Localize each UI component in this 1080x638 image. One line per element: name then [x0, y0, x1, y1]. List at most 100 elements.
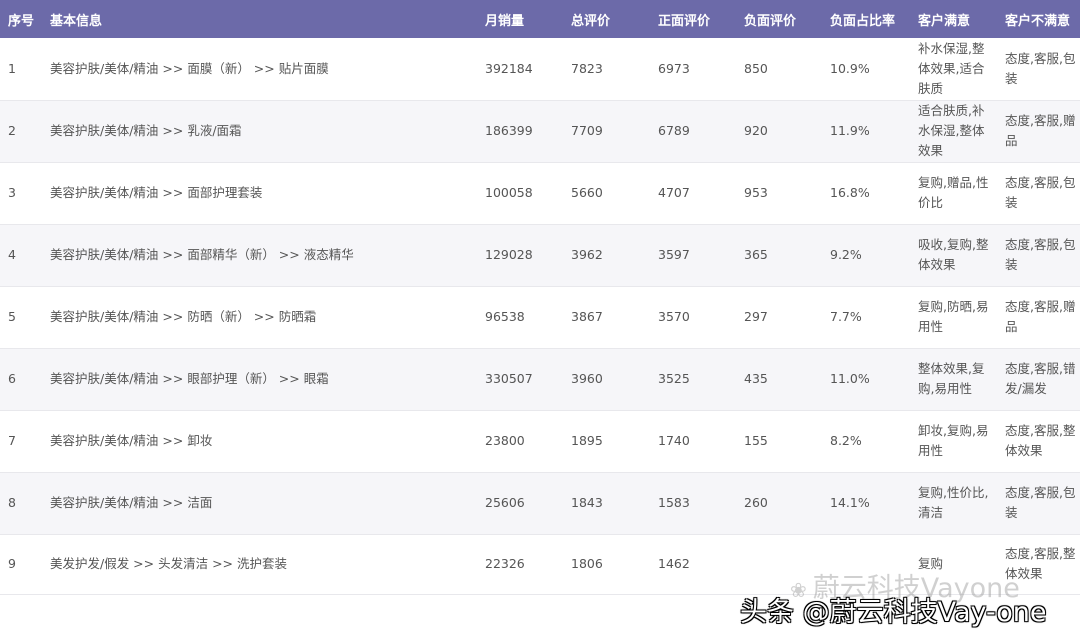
cell-positive-reviews: 1583: [650, 472, 736, 535]
header-negative-reviews[interactable]: 负面评价: [736, 0, 822, 38]
cell-index: 7: [0, 410, 42, 473]
cell-info: 美容护肤/美体/精油 >> 防晒（新） >> 防晒霜: [42, 286, 477, 349]
cell-total-reviews: 3867: [563, 286, 650, 349]
cell-monthly-sales: 96538: [477, 286, 563, 349]
header-satisfied[interactable]: 客户满意: [910, 0, 997, 38]
cell-dissatisfied: 态度,客服,包装: [997, 162, 1080, 225]
cell-negative-ratio: 14.1%: [822, 472, 910, 535]
cell-dissatisfied: 态度,客服,错发/漏发: [997, 348, 1080, 411]
table-row: 8 美容护肤/美体/精油 >> 洁面 25606 1843 1583 260 1…: [0, 472, 1080, 535]
cell-satisfied: 适合肤质,补水保湿,整体效果: [910, 100, 997, 163]
cell-dissatisfied: 态度,客服,包装: [997, 38, 1080, 101]
cell-positive-reviews: 3570: [650, 286, 736, 349]
cell-dissatisfied: 态度,客服,赠品: [997, 286, 1080, 349]
cell-info: 美发护发/假发 >> 头发清洁 >> 洗护套装: [42, 534, 477, 595]
cell-satisfied: 吸收,复购,整体效果: [910, 224, 997, 287]
cell-monthly-sales: 186399: [477, 100, 563, 163]
cell-positive-reviews: 1740: [650, 410, 736, 473]
cell-monthly-sales: 25606: [477, 472, 563, 535]
cell-negative-ratio: 9.2%: [822, 224, 910, 287]
cell-satisfied: 复购,防晒,易用性: [910, 286, 997, 349]
cell-dissatisfied: 态度,客服,包装: [997, 224, 1080, 287]
table-row: 7 美容护肤/美体/精油 >> 卸妆 23800 1895 1740 155 8…: [0, 410, 1080, 473]
header-index[interactable]: 序号: [0, 0, 42, 38]
cell-negative-ratio: 11.0%: [822, 348, 910, 411]
cell-positive-reviews: 6973: [650, 38, 736, 101]
cell-negative-reviews: 365: [736, 224, 822, 287]
cell-info: 美容护肤/美体/精油 >> 面部护理套装: [42, 162, 477, 225]
cell-index: 3: [0, 162, 42, 225]
cell-negative-reviews: 953: [736, 162, 822, 225]
cell-dissatisfied: 态度,客服,整体效果: [997, 410, 1080, 473]
cell-monthly-sales: 392184: [477, 38, 563, 101]
table-row: 9 美发护发/假发 >> 头发清洁 >> 洗护套装 22326 1806 146…: [0, 534, 1080, 595]
cell-total-reviews: 1843: [563, 472, 650, 535]
cell-dissatisfied: 态度,客服,赠品: [997, 100, 1080, 163]
cell-negative-ratio: 7.7%: [822, 286, 910, 349]
cell-total-reviews: 7823: [563, 38, 650, 101]
cell-monthly-sales: 100058: [477, 162, 563, 225]
cell-satisfied: 复购: [910, 534, 997, 595]
header-info[interactable]: 基本信息: [42, 0, 477, 38]
cell-info: 美容护肤/美体/精油 >> 面膜（新） >> 贴片面膜: [42, 38, 477, 101]
cell-index: 9: [0, 534, 42, 595]
cell-monthly-sales: 129028: [477, 224, 563, 287]
watermark-main: 头条 @蔚云科技Vay-one: [740, 597, 1047, 628]
cell-negative-reviews: 920: [736, 100, 822, 163]
cell-positive-reviews: 3597: [650, 224, 736, 287]
cell-negative-reviews: 435: [736, 348, 822, 411]
cell-index: 8: [0, 472, 42, 535]
cell-total-reviews: 1895: [563, 410, 650, 473]
cell-satisfied: 复购,赠品,性价比: [910, 162, 997, 225]
cell-monthly-sales: 22326: [477, 534, 563, 595]
cell-positive-reviews: 3525: [650, 348, 736, 411]
header-negative-ratio[interactable]: 负面占比率: [822, 0, 910, 38]
cell-dissatisfied: 态度,客服,包装: [997, 472, 1080, 535]
cell-info: 美容护肤/美体/精油 >> 洁面: [42, 472, 477, 535]
table-header-row: 序号 基本信息 月销量 总评价 正面评价 负面评价 负面占比率 客户满意 客户不…: [0, 0, 1080, 38]
cell-satisfied: 卸妆,复购,易用性: [910, 410, 997, 473]
cell-total-reviews: 3960: [563, 348, 650, 411]
header-total-reviews[interactable]: 总评价: [563, 0, 650, 38]
cell-negative-ratio: 8.2%: [822, 410, 910, 473]
cell-info: 美容护肤/美体/精油 >> 面部精华（新） >> 液态精华: [42, 224, 477, 287]
cell-dissatisfied: 态度,客服,整体效果: [997, 534, 1080, 595]
cell-info: 美容护肤/美体/精油 >> 乳液/面霜: [42, 100, 477, 163]
cell-total-reviews: 3962: [563, 224, 650, 287]
cell-negative-ratio: [822, 534, 910, 595]
cell-monthly-sales: 23800: [477, 410, 563, 473]
header-positive-reviews[interactable]: 正面评价: [650, 0, 736, 38]
table-row: 1 美容护肤/美体/精油 >> 面膜（新） >> 贴片面膜 392184 782…: [0, 38, 1080, 101]
header-dissatisfied[interactable]: 客户不满意: [997, 0, 1080, 38]
data-table: 序号 基本信息 月销量 总评价 正面评价 负面评价 负面占比率 客户满意 客户不…: [0, 0, 1080, 595]
table-row: 4 美容护肤/美体/精油 >> 面部精华（新） >> 液态精华 129028 3…: [0, 224, 1080, 287]
cell-satisfied: 补水保湿,整体效果,适合肤质: [910, 38, 997, 101]
header-monthly-sales[interactable]: 月销量: [477, 0, 563, 38]
cell-negative-ratio: 16.8%: [822, 162, 910, 225]
cell-satisfied: 复购,性价比,清洁: [910, 472, 997, 535]
cell-positive-reviews: 6789: [650, 100, 736, 163]
cell-index: 4: [0, 224, 42, 287]
cell-info: 美容护肤/美体/精油 >> 眼部护理（新） >> 眼霜: [42, 348, 477, 411]
cell-positive-reviews: 1462: [650, 534, 736, 595]
cell-total-reviews: 7709: [563, 100, 650, 163]
cell-total-reviews: 1806: [563, 534, 650, 595]
cell-monthly-sales: 330507: [477, 348, 563, 411]
cell-positive-reviews: 4707: [650, 162, 736, 225]
cell-satisfied: 整体效果,复购,易用性: [910, 348, 997, 411]
cell-negative-reviews: 155: [736, 410, 822, 473]
table-row: 6 美容护肤/美体/精油 >> 眼部护理（新） >> 眼霜 330507 396…: [0, 348, 1080, 411]
cell-negative-ratio: 11.9%: [822, 100, 910, 163]
cell-index: 6: [0, 348, 42, 411]
cell-negative-ratio: 10.9%: [822, 38, 910, 101]
cell-total-reviews: 5660: [563, 162, 650, 225]
cell-negative-reviews: 260: [736, 472, 822, 535]
cell-negative-reviews: 850: [736, 38, 822, 101]
cell-index: 1: [0, 38, 42, 101]
table-row: 5 美容护肤/美体/精油 >> 防晒（新） >> 防晒霜 96538 3867 …: [0, 286, 1080, 349]
table-row: 3 美容护肤/美体/精油 >> 面部护理套装 100058 5660 4707 …: [0, 162, 1080, 225]
cell-info: 美容护肤/美体/精油 >> 卸妆: [42, 410, 477, 473]
cell-index: 2: [0, 100, 42, 163]
cell-negative-reviews: 297: [736, 286, 822, 349]
cell-negative-reviews: [736, 534, 822, 595]
